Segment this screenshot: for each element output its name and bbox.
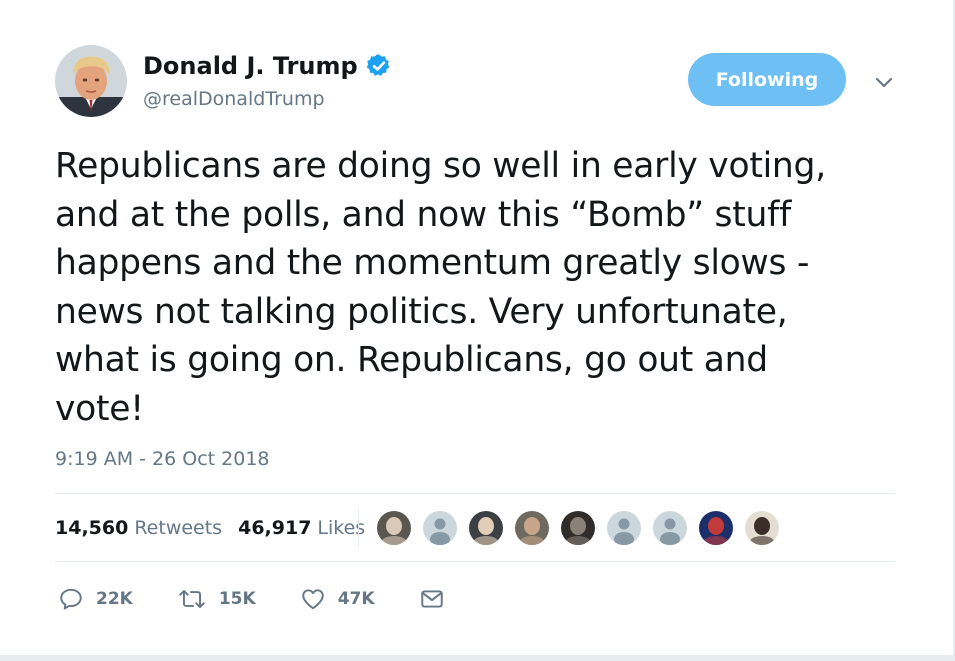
tweet-text-line: vote!: [55, 388, 144, 429]
tweet-text-line: happens and the momentum greatly slows -: [55, 243, 810, 283]
retweet-button[interactable]: 15K: [177, 586, 256, 612]
like-count: 47K: [337, 589, 375, 609]
display-name[interactable]: Donald J. Trump: [143, 52, 358, 80]
retweet-icon: [179, 590, 205, 608]
retweets-count[interactable]: 14,560: [55, 517, 128, 539]
liker-photo: [745, 511, 779, 545]
screen-name[interactable]: @realDonaldTrump: [143, 88, 325, 110]
panel-edge-bottom: [0, 655, 955, 661]
liker-avatar[interactable]: [651, 509, 689, 547]
reply-button[interactable]: 22K: [58, 586, 133, 612]
following-button[interactable]: Following: [688, 53, 846, 106]
tweet-stats: 14,560 Retweets 46,917 Likes: [55, 514, 365, 542]
divider-bottom: [55, 561, 895, 562]
liker-avatar[interactable]: [421, 509, 459, 547]
reply-count: 22K: [96, 589, 133, 609]
liker-photo: [377, 511, 411, 545]
liker-avatar[interactable]: [559, 509, 597, 547]
tweet-actions: 22K 15K 47K: [58, 584, 501, 614]
liker-avatar[interactable]: [743, 509, 781, 547]
liker-photo: [515, 511, 549, 545]
tweet-card: Donald J. Trump @realDonaldTrump Followi…: [0, 0, 955, 661]
tweet-text-line: what is going on. Republicans, go out an…: [55, 340, 768, 380]
tweet-text-line: news not talking politics. Very unfortun…: [55, 291, 788, 332]
tweet-timestamp[interactable]: 9:19 AM - 26 Oct 2018: [55, 448, 270, 470]
tweet-text-line: and at the polls, and now this “Bomb” st…: [55, 194, 791, 235]
verified-badge-icon: [366, 54, 390, 76]
liker-avatar[interactable]: [605, 509, 643, 547]
divider-top: [55, 493, 895, 494]
retweets-label[interactable]: Retweets: [134, 517, 222, 539]
reply-icon: [60, 588, 82, 610]
liker-avatar[interactable]: [375, 509, 413, 547]
default-avatar-icon: [653, 511, 687, 545]
avatar-image: [55, 45, 127, 117]
liker-photo: [561, 511, 595, 545]
direct-message-button[interactable]: [419, 586, 457, 612]
stats-separator: [358, 508, 359, 548]
chevron-down-icon[interactable]: [872, 70, 896, 94]
liker-avatar[interactable]: [697, 509, 735, 547]
default-avatar-icon: [607, 511, 641, 545]
liker-photo: [699, 511, 733, 545]
heart-icon: [301, 589, 324, 610]
like-button[interactable]: 47K: [300, 586, 375, 612]
author-name-row: Donald J. Trump: [143, 50, 392, 82]
liker-avatars: [375, 509, 789, 547]
envelope-icon: [420, 590, 443, 608]
tweet-text-line: Republicans are doing so well in early v…: [55, 146, 826, 186]
default-avatar-icon: [423, 511, 457, 545]
liker-avatar[interactable]: [467, 509, 505, 547]
likes-count[interactable]: 46,917: [238, 517, 311, 539]
liker-photo: [469, 511, 503, 545]
tweet-text: Republicans are doing so well in early v…: [55, 142, 915, 433]
profile-avatar[interactable]: [55, 45, 127, 117]
liker-avatar[interactable]: [513, 509, 551, 547]
retweet-count: 15K: [218, 589, 256, 609]
